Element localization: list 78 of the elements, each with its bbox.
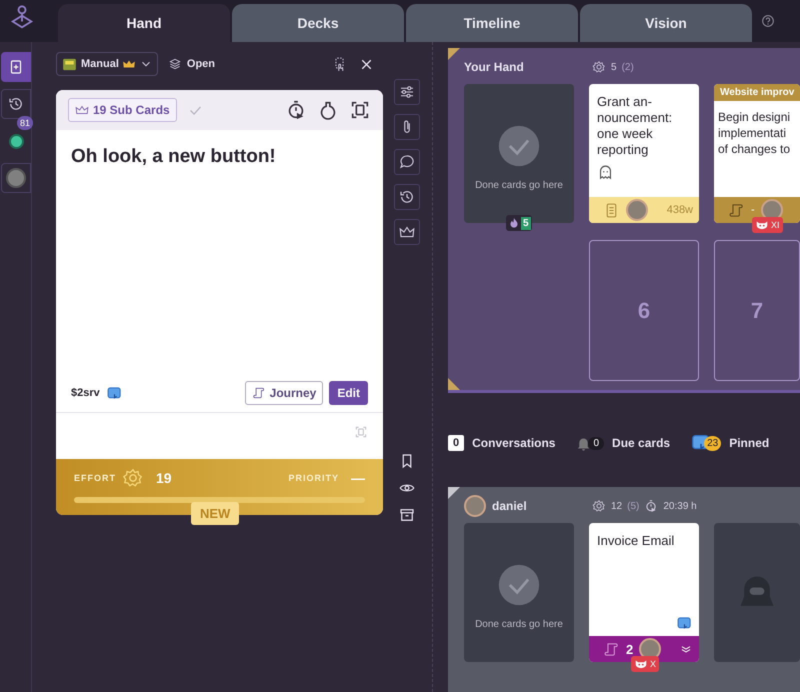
help-icon[interactable]: [760, 13, 776, 29]
counter-label[interactable]: Pinned: [729, 436, 770, 450]
timer-icon: [644, 499, 658, 513]
avatar-icon: [464, 495, 486, 517]
tab[interactable]: Vision: [580, 4, 752, 42]
gear-icon: [592, 499, 606, 513]
tab[interactable]: Hand: [58, 4, 230, 42]
empty-slot: 6: [589, 240, 699, 381]
card-header: Website improv: [714, 84, 800, 101]
archive-icon[interactable]: [398, 506, 416, 524]
status-icon: [8, 134, 24, 148]
crown-button[interactable]: [394, 219, 420, 245]
count-badge: 0: [448, 435, 464, 451]
avatar-icon: [626, 199, 648, 221]
effort-extra: (5): [627, 500, 640, 512]
fullscreen-icon[interactable]: [349, 99, 371, 121]
card-title: Begin designi implementati of changes to: [717, 109, 792, 158]
chat-icon: [106, 384, 123, 402]
scroll-icon: [252, 386, 266, 400]
task-card[interactable]: Invoice Email 2: [589, 523, 699, 662]
tab[interactable]: Timeline: [406, 4, 578, 42]
crown-icon: [75, 103, 89, 117]
scroll-icon: [603, 640, 620, 658]
scroll-icon: [728, 202, 745, 218]
new-badge: NEW: [191, 502, 240, 525]
tab[interactable]: Decks: [232, 4, 404, 42]
effort-extra: (2): [622, 62, 634, 72]
placeholder-text: Done cards go here: [475, 180, 563, 191]
edit-button[interactable]: Edit: [329, 381, 368, 405]
gear-icon: [122, 467, 144, 489]
counter-label[interactable]: Conversations: [472, 436, 556, 450]
history-icon: [398, 188, 416, 206]
card-title: Oh look, a new button!: [70, 145, 277, 168]
profile-button[interactable]: [1, 163, 31, 193]
comment-button[interactable]: [394, 149, 420, 175]
count-badge: 81: [16, 116, 33, 130]
stack-icon: [168, 57, 182, 71]
effort-count: 5: [611, 62, 617, 72]
placeholder-text: Done cards go here: [475, 619, 563, 630]
card-code: $2srv: [71, 387, 100, 399]
priority-label: PRIORITY: [288, 473, 339, 483]
count-text: 2: [626, 642, 634, 656]
owner-tag: XI: [752, 217, 783, 233]
frame-icon: [354, 425, 368, 439]
effort-value: 19: [156, 470, 172, 486]
status-button[interactable]: Open: [168, 57, 216, 71]
panel-title: Your Hand: [464, 60, 525, 74]
priority-value: —: [351, 470, 365, 486]
task-card[interactable]: Website improv Begin designi implementati of changes to -: [714, 84, 800, 223]
ghost-icon: [597, 164, 614, 181]
task-card[interactable]: Grant an-nouncement: one week reporting 438w: [589, 84, 699, 223]
word-count: 438w: [666, 204, 693, 216]
streak-badge: 5: [506, 215, 532, 231]
user-name: daniel: [492, 499, 527, 513]
card-title: Grant an-nouncement: one week reporting: [596, 93, 674, 159]
count-text: -: [751, 204, 755, 216]
history-button[interactable]: [394, 184, 420, 210]
deck-dropdown[interactable]: Manual: [56, 52, 158, 76]
new-card-button[interactable]: [1, 52, 31, 82]
empty-slot: 7: [714, 240, 800, 381]
attachment-button[interactable]: [394, 114, 420, 140]
counter-label[interactable]: Due cards: [612, 436, 670, 450]
settings-button[interactable]: [394, 79, 420, 105]
history-icon: [7, 95, 25, 113]
sub-cards-button[interactable]: 19 Sub Cards: [68, 98, 177, 122]
count-badge: 23: [704, 436, 722, 450]
avatar-icon: [6, 168, 26, 188]
card-title: Invoice Email: [596, 532, 676, 550]
effort-count: 12: [611, 500, 622, 512]
check-icon: [497, 563, 541, 607]
time-spent: 20:39 h: [663, 500, 697, 512]
journey-button[interactable]: Journey: [244, 381, 324, 405]
gear-icon: [592, 60, 606, 74]
check-icon: [497, 124, 541, 168]
effort-label: EFFORT: [74, 473, 116, 483]
speech-bubble-icon: [398, 153, 416, 171]
owner-tag: X: [631, 656, 660, 672]
count-badge: 0: [588, 436, 604, 450]
